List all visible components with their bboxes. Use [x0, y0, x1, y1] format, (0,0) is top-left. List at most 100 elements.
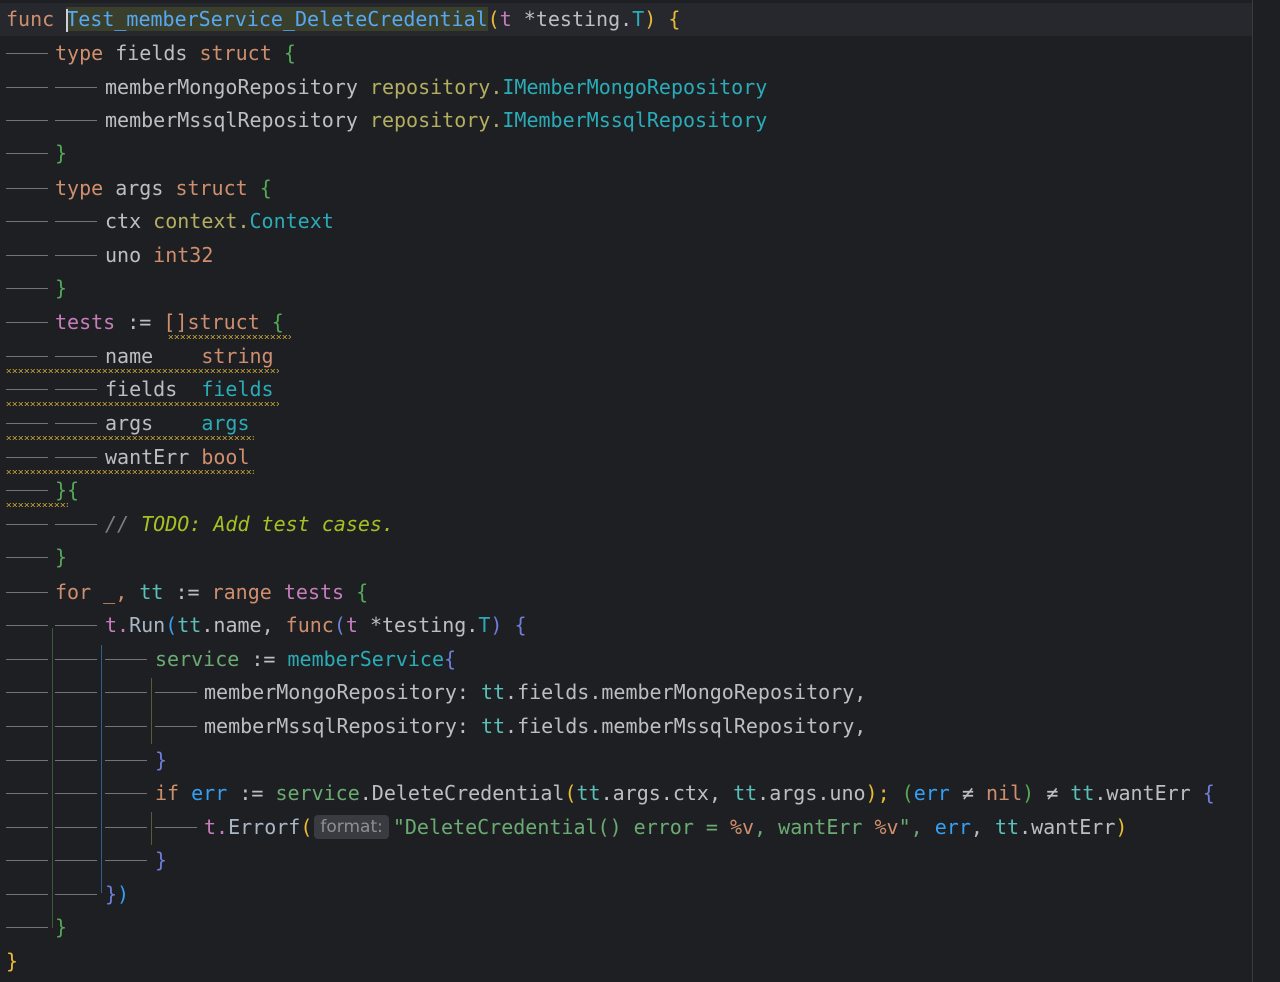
token: }: [55, 545, 68, 569]
token: IMemberMongoRepository: [502, 75, 768, 99]
token: ): [117, 882, 130, 906]
token: , wantErr: [754, 815, 875, 839]
code-line-23[interactable]: }: [0, 744, 1252, 777]
indent-guide: [55, 625, 97, 626]
token: memberMongoRepository: [105, 75, 358, 99]
indent-guide: [6, 490, 48, 491]
indent-guide: [55, 356, 97, 357]
code-line-20[interactable]: service := memberService{: [0, 643, 1252, 676]
indent-guide: [6, 389, 48, 390]
token: for: [55, 580, 92, 604]
code-line-7[interactable]: ctx context.Context: [0, 205, 1252, 238]
indent-guide: [6, 457, 48, 458]
code-line-19[interactable]: t.Run(tt.name, func(t *testing.T) {: [0, 609, 1252, 642]
code-line-6[interactable]: type args struct {: [0, 172, 1252, 205]
code-line-17[interactable]: }: [0, 541, 1252, 574]
token: .DeleteCredential: [359, 781, 565, 805]
token: string: [201, 344, 274, 368]
indent-guide: [6, 288, 48, 289]
code-line-26[interactable]: }: [0, 844, 1252, 877]
token: (: [300, 815, 313, 839]
token: Run: [129, 613, 166, 637]
token: :=: [239, 781, 264, 805]
token: }: [155, 748, 168, 772]
token: type: [55, 41, 104, 65]
warning-underline: [168, 335, 291, 339]
code-line-8[interactable]: uno int32: [0, 239, 1252, 272]
code-line-1[interactable]: func Test_memberService_DeleteCredential…: [0, 3, 1252, 36]
code-line-12[interactable]: fields fields: [0, 373, 1252, 406]
token: tt: [994, 815, 1020, 839]
indent-guide: [6, 356, 48, 357]
token: {: [271, 310, 284, 334]
function-name[interactable]: Test_memberService_DeleteCredential: [66, 7, 488, 31]
code-line-25[interactable]: t.Errorf(format: "DeleteCredential() erro…: [0, 811, 1252, 844]
token: err: [913, 781, 950, 805]
token: {: [444, 647, 457, 671]
indent-guide: [6, 423, 48, 424]
token: memberMssqlRepository:: [204, 714, 469, 738]
indent-guide: [55, 894, 97, 895]
indent-guide: [6, 255, 48, 256]
token: T: [478, 613, 491, 637]
code-line-21[interactable]: memberMongoRepository: tt.fields.memberM…: [0, 676, 1252, 709]
token: .args.uno: [757, 781, 866, 805]
token: }: [155, 848, 168, 872]
code-line-28[interactable]: }: [0, 911, 1252, 944]
token: ",: [898, 815, 923, 839]
token: (: [165, 613, 178, 637]
code-editor[interactable]: func Test_memberService_DeleteCredential…: [0, 0, 1280, 982]
token: .wantErr: [1019, 815, 1116, 839]
token: Context: [249, 209, 334, 233]
code-line-2[interactable]: type fields struct {: [0, 37, 1252, 70]
code-line-11[interactable]: name string: [0, 340, 1252, 373]
token: tt: [733, 781, 758, 805]
code-line-15[interactable]: }{: [0, 474, 1252, 507]
token: }: [55, 276, 68, 300]
code-line-24[interactable]: if err := service.DeleteCredential(tt.ar…: [0, 777, 1252, 810]
token: :=: [251, 647, 276, 671]
token: ≠: [961, 781, 974, 805]
token: {: [514, 613, 527, 637]
code-line-14[interactable]: wantErr bool: [0, 441, 1252, 474]
token: context.: [153, 209, 250, 233]
token: _,: [103, 580, 128, 604]
code-line-10[interactable]: tests := []struct {: [0, 306, 1252, 339]
token: (: [487, 7, 500, 31]
code-line-3[interactable]: memberMongoRepository repository.IMember…: [0, 71, 1252, 104]
indent-guide: [6, 322, 48, 323]
indent-guide: [6, 87, 48, 88]
token: repository.: [369, 75, 503, 99]
token: tt: [480, 680, 506, 704]
indent-guide: [55, 760, 97, 761]
code-line-22[interactable]: memberMssqlRepository: tt.fields.memberM…: [0, 710, 1252, 743]
code-line-9[interactable]: }: [0, 272, 1252, 305]
token: t: [499, 7, 512, 31]
token: tt: [576, 781, 601, 805]
indent-guide: [6, 860, 48, 861]
token: tt: [139, 580, 164, 604]
indent-guide: [6, 524, 48, 525]
token: *testing.: [369, 613, 479, 637]
token: t: [345, 613, 358, 637]
indent-guide: [6, 726, 48, 727]
code-line-16[interactable]: // TODO: Add test cases.: [0, 508, 1252, 541]
token: []struct: [163, 310, 260, 334]
token: ): [1022, 781, 1035, 805]
token: memberMssqlRepository: [105, 108, 358, 132]
code-line-29[interactable]: }: [0, 945, 1252, 978]
parameter-hint: format:: [314, 815, 389, 839]
token: struct: [175, 176, 248, 200]
code-line-5[interactable]: }: [0, 137, 1252, 170]
code-line-4[interactable]: memberMssqlRepository repository.IMember…: [0, 104, 1252, 137]
token: fields: [105, 377, 178, 401]
code-line-13[interactable]: args args: [0, 407, 1252, 440]
warning-underline: [6, 503, 68, 507]
indent-guide: [55, 389, 97, 390]
code-line-18[interactable]: for _, tt := range tests {: [0, 576, 1252, 609]
right-margin-guide: [1252, 0, 1253, 982]
indent-guide: [105, 726, 147, 727]
token: IMemberMssqlRepository: [502, 108, 768, 132]
code-line-27[interactable]: }): [0, 878, 1252, 911]
token: args: [115, 176, 164, 200]
